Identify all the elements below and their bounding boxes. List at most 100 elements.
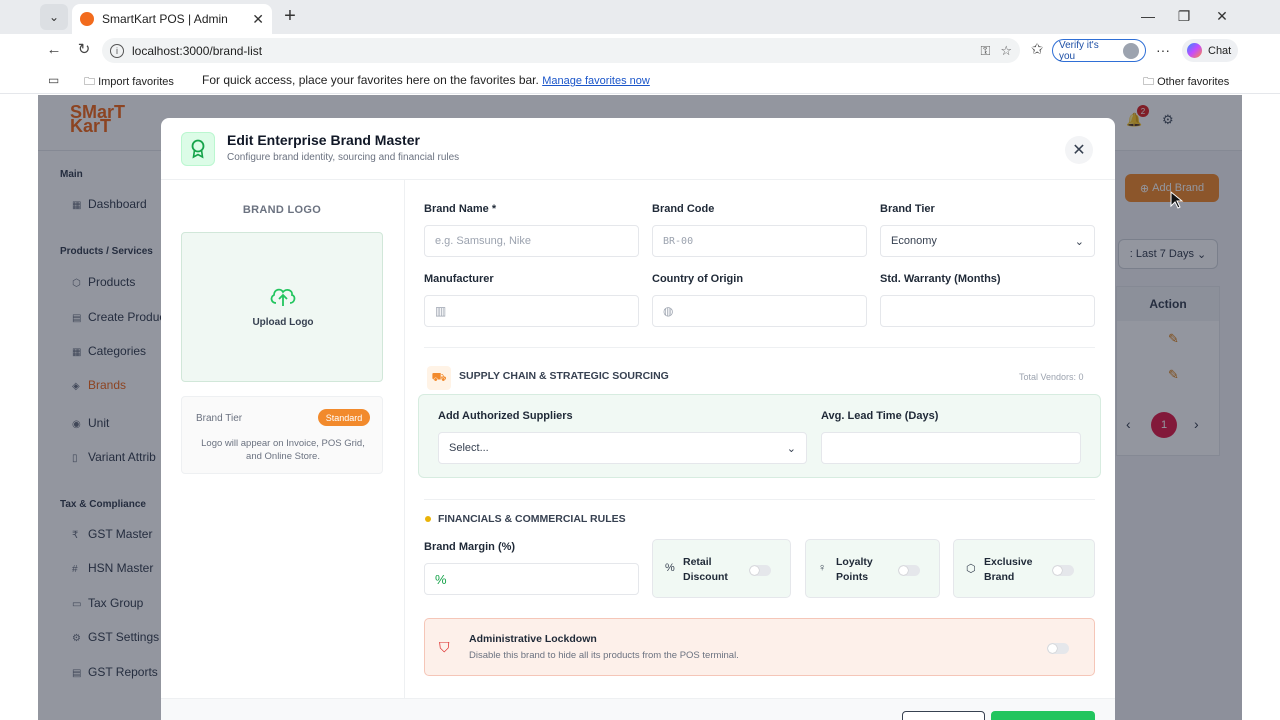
verify-profile-button[interactable]: Verify it's you bbox=[1052, 39, 1146, 62]
percent-prefix: % bbox=[435, 571, 447, 587]
cancel-button[interactable] bbox=[902, 711, 985, 720]
upload-logo-label: Upload Logo bbox=[252, 317, 314, 328]
toggle-line: Exclusive bbox=[984, 556, 1033, 568]
lockdown-toggle[interactable] bbox=[1047, 643, 1069, 654]
brand-margin-input[interactable]: % bbox=[424, 563, 639, 595]
toggle-line: Discount bbox=[683, 571, 728, 583]
brand-code-input[interactable]: BR-00 bbox=[652, 225, 867, 257]
retail-discount-toggle[interactable] bbox=[749, 565, 771, 576]
cube-icon: ⬡ bbox=[966, 563, 976, 575]
brand-code-placeholder: BR-00 bbox=[663, 235, 694, 247]
loyalty-points-label: Loyalty Points bbox=[836, 555, 873, 585]
avatar bbox=[1123, 42, 1139, 59]
country-of-origin-input[interactable]: ◍ bbox=[652, 295, 867, 327]
browser-tab-bar: ⌄ SmartKart POS | Admin ✕ + — ❐ ✕ bbox=[0, 0, 1280, 34]
favorite-star-icon[interactable]: ☆ bbox=[1000, 43, 1012, 59]
logo-usage-note: Logo will appear on Invoice, POS Grid, a… bbox=[201, 438, 365, 462]
loyalty-points-toggle[interactable] bbox=[898, 565, 920, 576]
brand-logo-heading: BRAND LOGO bbox=[242, 204, 322, 216]
suppliers-label: Add Authorized Suppliers bbox=[438, 410, 573, 422]
upload-logo-dropzone[interactable]: Upload Logo bbox=[181, 232, 383, 382]
lead-time-input[interactable] bbox=[821, 432, 1081, 464]
truck-icon: ⛟ bbox=[427, 366, 451, 390]
mouse-cursor-icon bbox=[1170, 190, 1184, 209]
tier-badge: Standard bbox=[318, 409, 370, 426]
copilot-icon bbox=[1187, 43, 1202, 58]
site-favicon-icon bbox=[80, 12, 94, 26]
brand-logo-panel: BRAND LOGO Upload Logo Brand Tier Standa… bbox=[181, 180, 405, 720]
warranty-input[interactable] bbox=[880, 295, 1095, 327]
password-key-icon[interactable]: ⚿ bbox=[980, 43, 990, 59]
brand-tier-card: Brand Tier Standard Logo will appear on … bbox=[181, 396, 383, 474]
tab-actions-chevron-icon[interactable]: ⌄ bbox=[40, 4, 68, 30]
more-menu-icon[interactable]: ··· bbox=[1156, 42, 1170, 58]
cloud-upload-icon bbox=[270, 288, 296, 306]
close-tab-icon[interactable]: ✕ bbox=[252, 11, 264, 28]
edit-brand-modal: Edit Enterprise Brand Master Configure b… bbox=[161, 118, 1115, 720]
new-tab-button[interactable]: + bbox=[280, 6, 300, 26]
import-favorites-link[interactable]: 🗀 Import favorites bbox=[84, 73, 174, 92]
chat-label: Chat bbox=[1208, 44, 1232, 57]
minimize-icon[interactable]: — bbox=[1140, 8, 1156, 24]
lockdown-title: Administrative Lockdown bbox=[469, 633, 597, 645]
back-icon[interactable]: ← bbox=[45, 42, 63, 58]
lockdown-description: Disable this brand to hide all its produ… bbox=[469, 650, 739, 661]
brand-tier-select[interactable]: Economy ⌄ bbox=[880, 225, 1095, 257]
section-divider bbox=[424, 499, 1095, 500]
save-button[interactable] bbox=[991, 711, 1095, 720]
address-bar-row: ← ↻ i localhost:3000/brand-list ⚿ ☆ ✩ Ve… bbox=[0, 34, 1280, 66]
brand-name-label: Brand Name * bbox=[424, 203, 497, 215]
modal-title: Edit Enterprise Brand Master bbox=[227, 132, 420, 148]
supply-chain-heading: SUPPLY CHAIN & STRATEGIC SOURCING bbox=[459, 370, 669, 382]
suppliers-select[interactable]: Select... ⌄ bbox=[438, 432, 807, 464]
url-field[interactable]: i localhost:3000/brand-list ⚿ ☆ bbox=[102, 38, 1020, 63]
reading-view-icon[interactable]: ▭ bbox=[48, 73, 59, 87]
warranty-label: Std. Warranty (Months) bbox=[880, 273, 1001, 285]
percent-icon: % bbox=[665, 562, 675, 574]
building-icon: ▥ bbox=[435, 304, 447, 318]
modal-header: Edit Enterprise Brand Master Configure b… bbox=[161, 118, 1115, 180]
total-vendors-count: Total Vendors: 0 bbox=[1019, 372, 1084, 382]
close-window-icon[interactable]: ✕ bbox=[1214, 8, 1230, 25]
country-of-origin-label: Country of Origin bbox=[652, 273, 744, 285]
favorites-icon[interactable]: ✩ bbox=[1028, 42, 1046, 58]
copilot-chat-button[interactable]: Chat bbox=[1182, 39, 1238, 62]
administrative-lockdown-panel: ⛉ Administrative Lockdown Disable this b… bbox=[424, 618, 1095, 676]
close-modal-button[interactable]: ✕ bbox=[1065, 136, 1093, 164]
brand-tier-select-label: Brand Tier bbox=[880, 203, 935, 215]
manufacturer-input[interactable]: ▥ bbox=[424, 295, 639, 327]
toggle-line: Retail bbox=[683, 556, 712, 568]
manufacturer-label: Manufacturer bbox=[424, 273, 494, 285]
other-favorites-label: Other favorites bbox=[1157, 76, 1230, 88]
verify-label: Verify it's you bbox=[1059, 39, 1099, 62]
brand-name-input[interactable]: e.g. Samsung, Nike bbox=[424, 225, 639, 257]
exclusive-brand-toggle[interactable] bbox=[1052, 565, 1074, 576]
loyalty-points-card[interactable]: ♀ Loyalty Points bbox=[805, 539, 940, 598]
brand-tier-value: Economy bbox=[891, 235, 937, 247]
manage-favorites-link[interactable]: Manage favorites now bbox=[542, 75, 650, 87]
brand-margin-label: Brand Margin (%) bbox=[424, 541, 516, 553]
award-icon: ♀ bbox=[818, 562, 827, 574]
favorites-hint-text: For quick access, place your favorites h… bbox=[202, 73, 539, 87]
chevron-down-icon: ⌄ bbox=[786, 442, 796, 455]
modal-footer bbox=[161, 698, 1115, 720]
toggle-line: Brand bbox=[984, 571, 1015, 583]
toggle-line: Loyalty bbox=[836, 556, 873, 568]
reload-icon[interactable]: ↻ bbox=[75, 42, 93, 58]
other-favorites-link[interactable]: 🗀 Other favorites bbox=[1143, 73, 1229, 92]
exclusive-brand-label: Exclusive Brand bbox=[984, 555, 1032, 585]
modal-subtitle: Configure brand identity, sourcing and f… bbox=[227, 152, 460, 163]
suppliers-placeholder: Select... bbox=[449, 442, 489, 454]
restore-icon[interactable]: ❐ bbox=[1176, 8, 1192, 25]
award-ribbon-icon bbox=[181, 132, 215, 166]
globe-icon: ◍ bbox=[663, 304, 674, 318]
retail-discount-label: Retail Discount bbox=[683, 555, 728, 585]
site-info-icon[interactable]: i bbox=[110, 43, 124, 58]
financials-dot-icon bbox=[425, 516, 431, 522]
brand-name-placeholder: e.g. Samsung, Nike bbox=[435, 235, 531, 247]
url-text: localhost:3000/brand-list bbox=[132, 43, 263, 58]
retail-discount-card[interactable]: % Retail Discount bbox=[652, 539, 791, 598]
tab-title: SmartKart POS | Admin bbox=[102, 12, 228, 26]
browser-tab[interactable]: SmartKart POS | Admin ✕ bbox=[72, 4, 272, 34]
exclusive-brand-card[interactable]: ⬡ Exclusive Brand bbox=[953, 539, 1095, 598]
